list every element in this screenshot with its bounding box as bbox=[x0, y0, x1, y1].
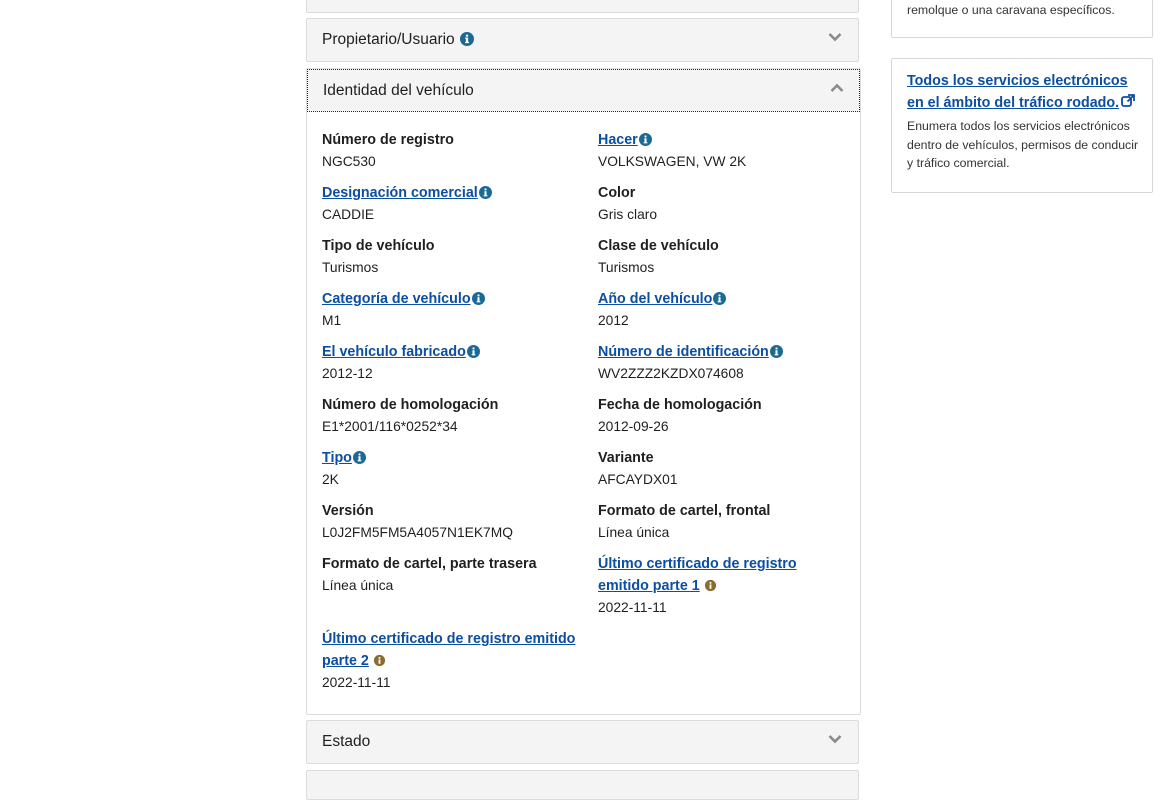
info-circle-icon[interactable] bbox=[471, 292, 485, 305]
field-value: 2012-12 bbox=[322, 366, 373, 381]
field-value: 2012-09-26 bbox=[598, 419, 669, 434]
vehicle-identity-fields: Número de registro NGC530 Hacer VOLKSWAG… bbox=[322, 129, 842, 703]
accordion-owner[interactable]: Propietario/Usuario bbox=[306, 18, 859, 62]
accordion-owner-title: Propietario/Usuario bbox=[322, 31, 474, 49]
field-registration-certificate-part2: Último certificado de registro emitido p… bbox=[322, 628, 598, 703]
field-vehicle-type: Tipo de vehículo Turismos bbox=[322, 235, 598, 288]
field-homologation-number: Número de homologación E1*2001/116*0252*… bbox=[322, 394, 598, 447]
field-version: Versión L0J2FM5FM5A4057N1EK7MQ bbox=[322, 500, 598, 553]
field-label: Tipo de vehículo bbox=[322, 238, 435, 254]
info-circle-icon[interactable] bbox=[460, 32, 474, 46]
field-label: Formato de cartel, frontal bbox=[598, 503, 771, 519]
field-label: Color bbox=[598, 185, 636, 201]
field-value: Turismos bbox=[598, 260, 655, 275]
field-value: Línea única bbox=[598, 525, 670, 540]
field-manufactured: El vehículo fabricado 2012-12 bbox=[322, 341, 598, 394]
info-circle-icon[interactable] bbox=[352, 451, 366, 464]
accordion-vehicle-identity-label: Identidad del vehículo bbox=[323, 81, 474, 99]
field-vehicle-year: Año del vehículo 2012 bbox=[598, 288, 842, 341]
field-make: Hacer VOLKSWAGEN, VW 2K bbox=[598, 129, 842, 182]
field-link[interactable]: Último certificado de registro emitido p… bbox=[322, 631, 575, 669]
field-value: VOLKSWAGEN, VW 2K bbox=[598, 154, 747, 169]
field-vehicle-class: Clase de vehículo Turismos bbox=[598, 235, 842, 288]
field-homologation-date: Fecha de homologación 2012-09-26 bbox=[598, 394, 842, 447]
chevron-down-icon[interactable] bbox=[828, 732, 842, 746]
info-circle-icon[interactable] bbox=[638, 133, 652, 146]
field-variant: Variante AFCAYDX01 bbox=[598, 447, 842, 500]
accordion-owner-header[interactable]: Propietario/Usuario bbox=[307, 19, 858, 61]
accordion-status-label: Estado bbox=[322, 733, 371, 750]
field-link[interactable]: Categoría de vehículo bbox=[322, 291, 471, 307]
field-registration-number: Número de registro NGC530 bbox=[322, 129, 598, 182]
chevron-up-icon[interactable] bbox=[830, 81, 844, 95]
info-circle-icon[interactable] bbox=[704, 579, 717, 592]
field-value: 2022-11-11 bbox=[322, 675, 391, 690]
field-value: M1 bbox=[322, 313, 342, 328]
info-circle-icon[interactable] bbox=[373, 654, 386, 667]
field-value: Turismos bbox=[322, 260, 379, 275]
info-circle-icon[interactable] bbox=[478, 186, 492, 199]
field-value: CADDIE bbox=[322, 207, 375, 222]
sidebar-card-description: Enumera todos los servicios electrónicos… bbox=[907, 119, 1139, 170]
field-link[interactable]: Tipo bbox=[322, 450, 352, 466]
field-value: L0J2FM5FM5A4057N1EK7MQ bbox=[322, 525, 513, 540]
sidebar-card-description: remolque o una caravana específicos. bbox=[907, 3, 1115, 17]
accordion-owner-label: Propietario/Usuario bbox=[322, 31, 455, 48]
field-identification-number: Número de identificación WV2ZZZ2KZDX0746… bbox=[598, 341, 842, 394]
field-plate-format-rear: Formato de cartel, parte trasera Línea ú… bbox=[322, 553, 598, 628]
field-value: 2022-11-11 bbox=[598, 600, 667, 615]
field-value: WV2ZZZ2KZDX074608 bbox=[598, 366, 744, 381]
sidebar-card-title: Todos los servicios electrónicos en el á… bbox=[907, 70, 1143, 114]
field-label: Variante bbox=[598, 450, 654, 466]
chevron-down-icon[interactable] bbox=[828, 30, 842, 44]
field-trade-name: Designación comercial CADDIE bbox=[322, 182, 598, 235]
field-label: Número de homologación bbox=[322, 397, 499, 413]
field-link[interactable]: Hacer bbox=[598, 132, 638, 148]
accordion-status[interactable]: Estado bbox=[306, 720, 859, 764]
field-value: Línea única bbox=[322, 578, 394, 593]
accordion-panel-bottom-partial bbox=[306, 770, 859, 800]
field-label: Formato de cartel, parte trasera bbox=[322, 556, 537, 572]
field-value: 2012 bbox=[598, 313, 629, 328]
field-label: Número de registro bbox=[322, 132, 454, 148]
field-label: Versión bbox=[322, 503, 374, 519]
field-color: Color Gris claro bbox=[598, 182, 842, 235]
info-circle-icon[interactable] bbox=[769, 345, 783, 358]
field-vehicle-category: Categoría de vehículo M1 bbox=[322, 288, 598, 341]
field-registration-certificate-part1: Último certificado de registro emitido p… bbox=[598, 553, 842, 628]
accordion-vehicle-identity-header[interactable]: Identidad del vehículo bbox=[307, 69, 860, 112]
sidebar-card-e-services: Todos los servicios electrónicos en el á… bbox=[891, 58, 1153, 193]
sidebar-card-link[interactable]: Todos los servicios electrónicos en el á… bbox=[907, 73, 1128, 111]
field-plate-format-front: Formato de cartel, frontal Línea única bbox=[598, 500, 842, 553]
accordion-panel-top-partial bbox=[306, 0, 859, 13]
accordion-vehicle-identity: Identidad del vehículo Número de registr… bbox=[306, 68, 861, 715]
info-circle-icon[interactable] bbox=[466, 345, 480, 358]
field-label: Fecha de homologación bbox=[598, 397, 762, 413]
field-link[interactable]: Último certificado de registro emitido p… bbox=[598, 556, 797, 594]
field-label: Clase de vehículo bbox=[598, 238, 719, 254]
field-value: NGC530 bbox=[322, 154, 376, 169]
field-link[interactable]: Número de identificación bbox=[598, 344, 769, 360]
field-type: Tipo 2K bbox=[322, 447, 598, 500]
field-link[interactable]: Año del vehículo bbox=[598, 291, 712, 307]
external-link-icon[interactable] bbox=[1121, 94, 1136, 108]
field-value: E1*2001/116*0252*34 bbox=[322, 419, 458, 434]
accordion-status-header[interactable]: Estado bbox=[307, 721, 858, 763]
field-value: 2K bbox=[322, 472, 339, 487]
field-link[interactable]: Designación comercial bbox=[322, 185, 478, 201]
field-value: Gris claro bbox=[598, 207, 658, 222]
info-circle-icon[interactable] bbox=[713, 292, 727, 305]
field-value: AFCAYDX01 bbox=[598, 472, 678, 487]
field-link[interactable]: El vehículo fabricado bbox=[322, 344, 466, 360]
sidebar-card-trailer: remolque o una caravana específicos. bbox=[891, 0, 1153, 38]
